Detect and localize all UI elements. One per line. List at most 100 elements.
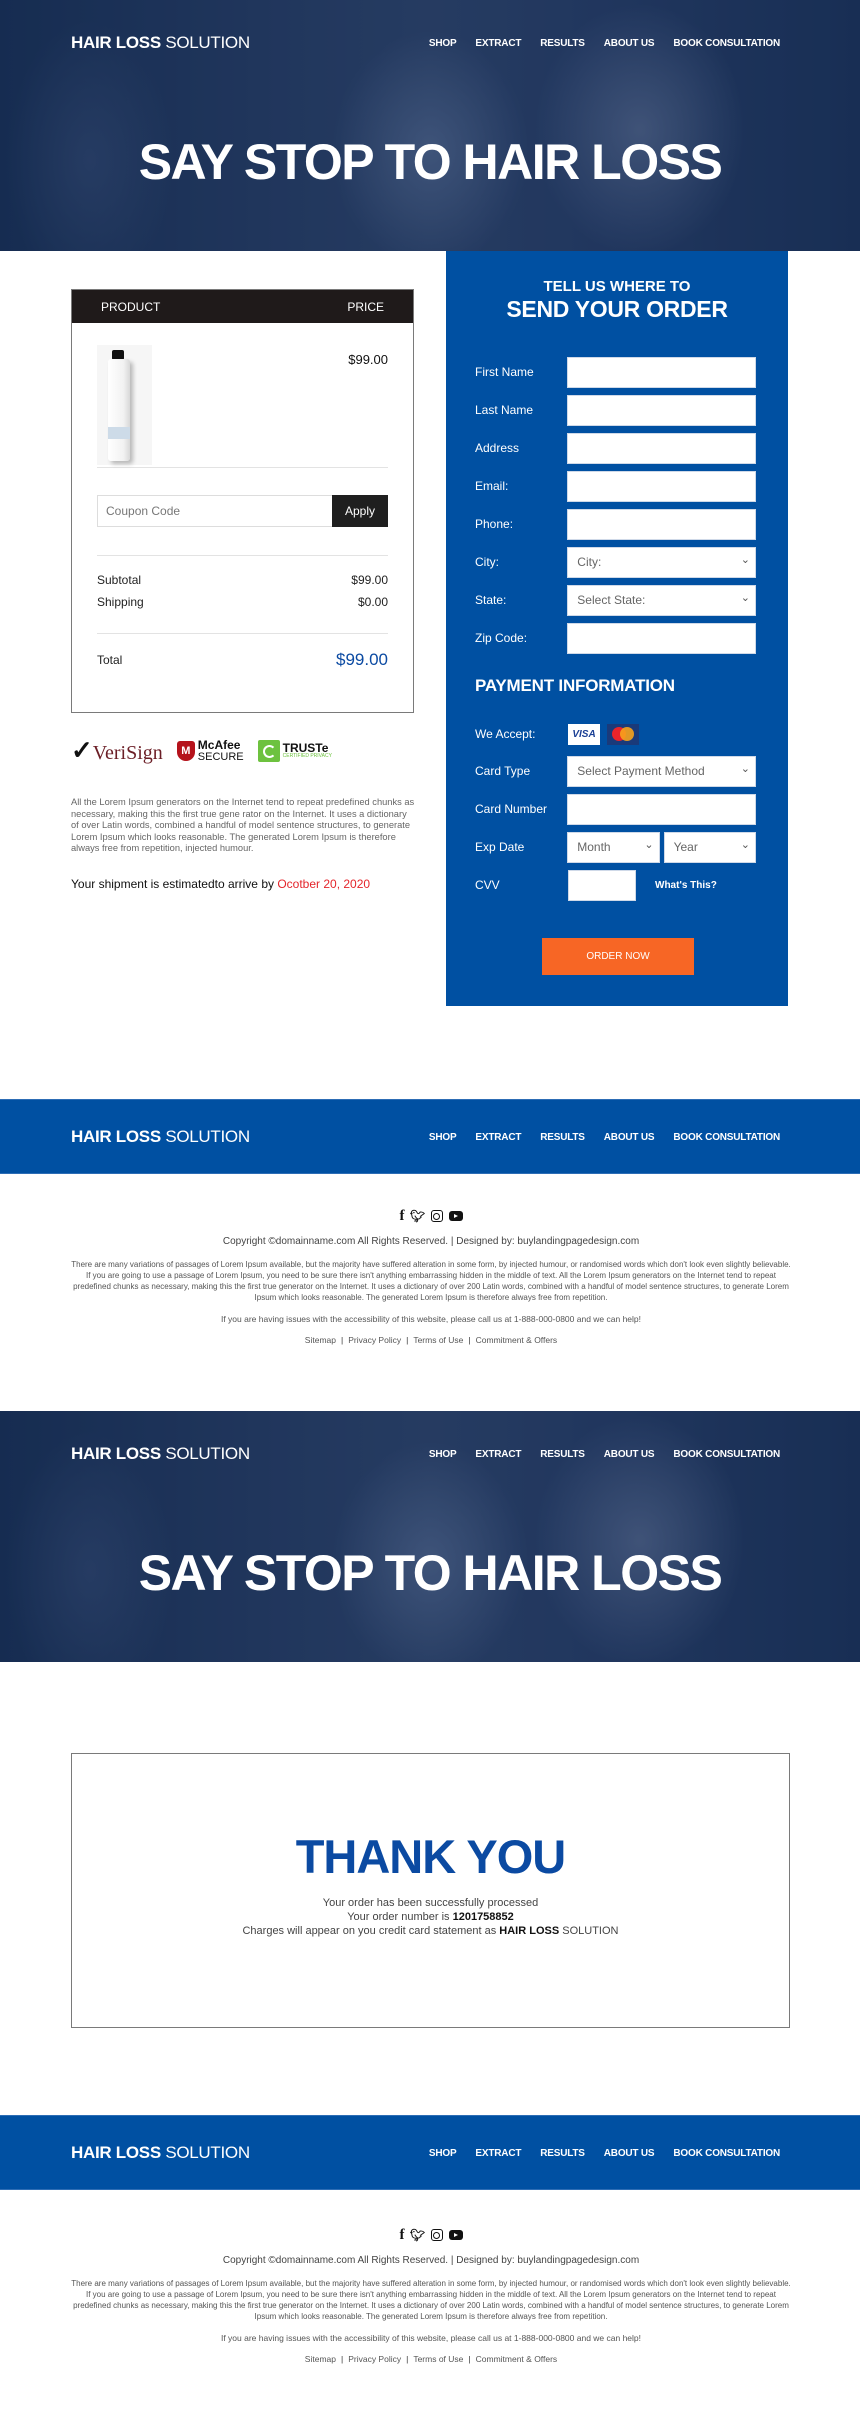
terms-of-use-link[interactable]: Terms of Use (413, 1335, 463, 1345)
commitment-offers-link[interactable]: Commitment & Offers (476, 2354, 558, 2364)
footer-menu: SHOP EXTRACT RESULTS ABOUT US BOOK CONSU… (410, 1132, 780, 1143)
total-value: $99.00 (336, 650, 388, 669)
shipping-value: $0.00 (357, 595, 388, 609)
logo[interactable]: HAIR LOSS SOLUTION (71, 1444, 250, 1464)
logo[interactable]: HAIR LOSS SOLUTION (71, 1127, 250, 1147)
nav-results[interactable]: RESULTS (540, 1449, 585, 1460)
shipment-date: Ocotber 20, 2020 (277, 877, 371, 891)
nav-results[interactable]: RESULTS (540, 38, 585, 49)
subtotal-value: $99.00 (351, 573, 388, 587)
privacy-policy-link[interactable]: Privacy Policy (348, 1335, 401, 1345)
logo[interactable]: HAIR LOSS SOLUTION (71, 33, 250, 53)
twitter-icon[interactable]: 🐦︎ (410, 2228, 425, 2242)
nav-extract[interactable]: EXTRACT (475, 2148, 521, 2159)
nav-book-consultation[interactable]: BOOK CONSULTATION (673, 1132, 780, 1143)
exp-year-select[interactable]: Year (663, 831, 756, 863)
card-type-row: Card Type Select Payment Method (475, 755, 756, 787)
main-menu: SHOP EXTRACT RESULTS ABOUT US BOOK CONSU… (410, 38, 780, 49)
top-nav: HAIR LOSS SOLUTION SHOP EXTRACT RESULTS … (71, 33, 780, 53)
footer-nav: HAIR LOSS SOLUTION SHOP EXTRACT RESULTS … (71, 2143, 780, 2163)
nav-about-us[interactable]: ABOUT US (604, 38, 655, 49)
facebook-icon[interactable]: f (400, 1208, 405, 1225)
card-number-input[interactable] (567, 793, 756, 825)
instagram-icon[interactable] (430, 2229, 443, 2241)
divider (97, 633, 388, 634)
cvv-input[interactable] (568, 869, 636, 901)
nav-extract[interactable]: EXTRACT (475, 38, 521, 49)
nav-extract[interactable]: EXTRACT (475, 1132, 521, 1143)
hero-banner: HAIR LOSS SOLUTION SHOP EXTRACT RESULTS … (0, 0, 860, 251)
cart-summary: PRODUCT PRICE $99.00 Apply Subtotal $99.… (71, 289, 414, 713)
card-number-row: Card Number (475, 793, 756, 825)
nav-about-us[interactable]: ABOUT US (604, 1449, 655, 1460)
phone-input[interactable] (567, 508, 756, 540)
nav-book-consultation[interactable]: BOOK CONSULTATION (673, 1449, 780, 1460)
nav-shop[interactable]: SHOP (429, 2148, 457, 2159)
nav-about-us[interactable]: ABOUT US (604, 2148, 655, 2159)
cart-item: $99.00 (97, 323, 388, 468)
first-name-input[interactable] (567, 356, 756, 388)
mastercard-icon (607, 723, 639, 745)
youtube-icon[interactable] (448, 1211, 463, 1221)
whats-this-link[interactable]: What's This? (655, 880, 717, 891)
exp-month-select[interactable]: Month (567, 831, 660, 863)
privacy-policy-link[interactable]: Privacy Policy (348, 2354, 401, 2364)
product-image (97, 345, 152, 465)
instagram-icon[interactable] (430, 1210, 443, 1222)
address-input[interactable] (567, 432, 756, 464)
zip-input[interactable] (567, 622, 756, 654)
nav-about-us[interactable]: ABOUT US (604, 1132, 655, 1143)
card-type-select[interactable]: Select Payment Method (567, 755, 756, 787)
thank-you-panel: THANK YOU Your order has been successful… (71, 1753, 790, 2028)
hero-banner: HAIR LOSS SOLUTION SHOP EXTRACT RESULTS … (0, 1411, 860, 1662)
commitment-offers-link[interactable]: Commitment & Offers (476, 1335, 558, 1345)
nav-book-consultation[interactable]: BOOK CONSULTATION (673, 2148, 780, 2159)
copyright-text: Copyright ©domainname.com All Rights Res… (222, 2255, 640, 2266)
coupon-input[interactable] (97, 495, 332, 527)
accepted-cards: VISA (568, 723, 639, 745)
footer-links: Sitemap | Privacy Policy | Terms of Use | Comm… (304, 1335, 558, 1345)
coupon-form: Apply (97, 495, 388, 527)
city-row: City: City: (475, 546, 756, 578)
accessibility-notice: If you are having issues with the access… (220, 2333, 642, 2343)
state-select[interactable]: Select State: (567, 584, 756, 616)
mcafee-logo: M McAfee SECURE (176, 739, 244, 763)
footer-description: There are many variations of passages of… (71, 2279, 791, 2321)
nav-shop[interactable]: SHOP (429, 38, 457, 49)
order-now-button[interactable]: ORDER NOW (542, 938, 694, 975)
sitemap-link[interactable]: Sitemap (305, 1335, 336, 1345)
last-name-input[interactable] (567, 394, 756, 426)
cart-header: PRODUCT PRICE (72, 290, 413, 323)
mcafee-shield-icon: M (176, 741, 195, 761)
twitter-icon[interactable]: 🐦︎ (410, 1209, 425, 1223)
exp-date-row: Exp Date Month Year (475, 831, 756, 863)
nav-shop[interactable]: SHOP (429, 1132, 457, 1143)
disclaimer-text: All the Lorem Ipsum generators on the In… (71, 797, 415, 853)
nav-shop[interactable]: SHOP (429, 1449, 457, 1460)
order-processed-text: Your order has been successfully process… (322, 1897, 539, 1909)
footer-nav-bar: HAIR LOSS SOLUTION SHOP EXTRACT RESULTS … (0, 1099, 860, 1174)
top-nav: HAIR LOSS SOLUTION SHOP EXTRACT RESULTS … (71, 1444, 780, 1464)
apply-coupon-button[interactable]: Apply (332, 495, 388, 527)
logo[interactable]: HAIR LOSS SOLUTION (71, 2143, 250, 2163)
accessibility-notice: If you are having issues with the access… (220, 1314, 642, 1324)
state-row: State: Select State: (475, 584, 756, 616)
nav-results[interactable]: RESULTS (540, 1132, 585, 1143)
copyright-text: Copyright ©domainname.com All Rights Res… (222, 1236, 640, 1247)
terms-of-use-link[interactable]: Terms of Use (413, 2354, 463, 2364)
address-row: Address (475, 432, 756, 464)
nav-book-consultation[interactable]: BOOK CONSULTATION (673, 38, 780, 49)
sitemap-link[interactable]: Sitemap (305, 2354, 336, 2364)
nav-results[interactable]: RESULTS (540, 2148, 585, 2159)
nav-extract[interactable]: EXTRACT (475, 1449, 521, 1460)
footer-links: Sitemap | Privacy Policy | Terms of Use | Comm… (304, 2354, 558, 2364)
youtube-icon[interactable] (448, 2230, 463, 2240)
payment-heading: PAYMENT INFORMATION (475, 676, 675, 695)
city-select[interactable]: City: (567, 546, 756, 578)
zip-row: Zip Code: (475, 622, 756, 654)
shipping-row: Shipping $0.00 (97, 595, 388, 609)
footer: f 🐦︎ Copyright ©domainname.com All Right… (71, 2227, 791, 2365)
email-input[interactable] (567, 470, 756, 502)
last-name-row: Last Name (475, 394, 756, 426)
facebook-icon[interactable]: f (400, 2227, 405, 2244)
